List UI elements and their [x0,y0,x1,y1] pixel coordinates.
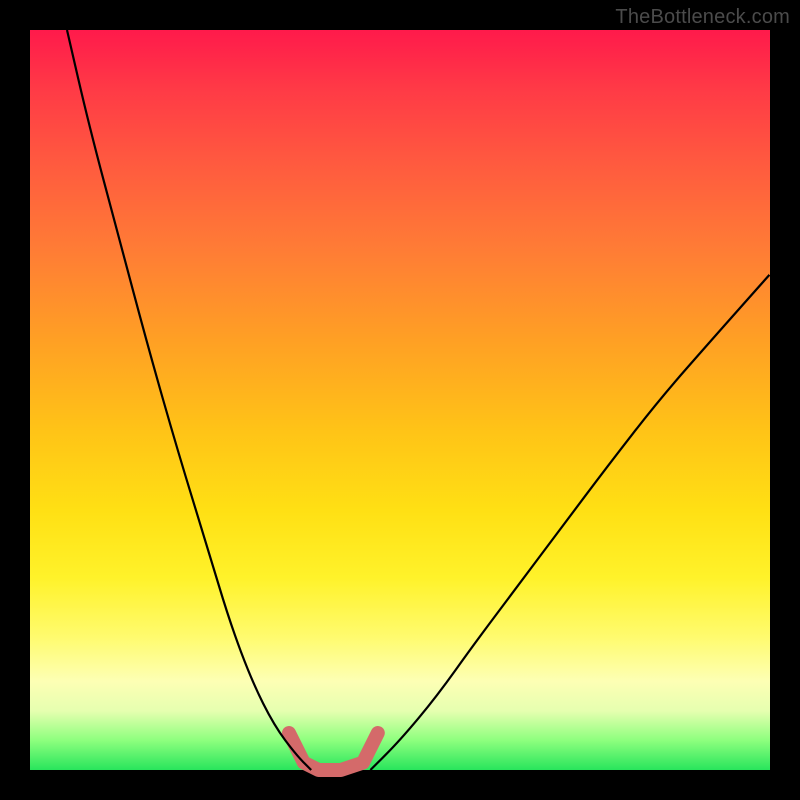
left-curve [67,30,311,770]
right-curve [370,274,770,770]
watermark-text: TheBottleneck.com [615,6,790,29]
chart-frame: TheBottleneck.com [0,0,800,800]
valley-highlight [289,733,378,770]
curve-layer [30,30,770,770]
plot-area [30,30,770,770]
